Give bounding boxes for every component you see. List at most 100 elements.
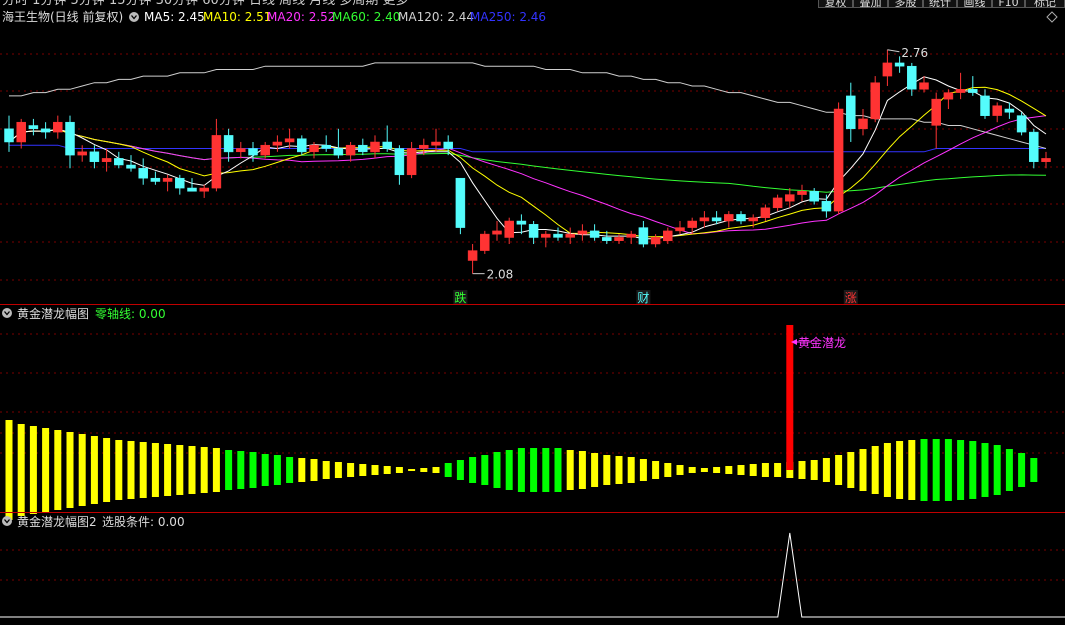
toolbar-button[interactable]: 复权 [818,0,853,8]
candle [821,194,832,218]
candle-body [138,168,148,179]
candle-body [199,187,209,192]
candle [541,230,551,248]
toolbar-button[interactable]: F10 [992,0,1025,8]
ma-legend-item: MA120: 2.44 [398,10,474,24]
histogram-bar [456,460,464,480]
collapse-icon[interactable] [2,308,12,318]
high-marker-line [887,49,900,53]
candle-body [931,98,941,126]
candle-body [797,191,807,195]
histogram-bar [713,467,721,473]
candle-body [626,233,636,238]
candle [772,194,783,212]
candle-body [1004,108,1015,113]
event-marker-label: 财 [637,291,649,305]
candle-body [846,95,856,130]
histogram-bar [493,452,501,488]
candle [187,178,197,192]
toolbar-button[interactable]: 画线 [957,0,992,8]
candle [907,62,917,96]
histogram-bar [420,468,428,472]
candle-body [297,138,307,153]
candle [406,141,417,179]
stock-title: 海王生物(日线 前复权) [2,9,123,24]
toolbar-button[interactable]: 标记 [1025,0,1065,8]
stock-chart-window: 分时 1分钟 5分钟 15分钟 30分钟 60分钟 日线 周线 月线 多周期 更… [0,0,1065,621]
candle-body [101,158,112,162]
histogram-bar [42,428,50,512]
condition-label: 选股条件: 0.00 [102,515,185,529]
candle-body [894,62,905,67]
candle-body [492,230,502,235]
panel2-bars [5,325,1038,520]
candle-body [614,237,624,241]
candle-body [480,233,490,251]
candle-body [406,148,417,176]
histogram-bar [444,463,452,477]
candle-body [638,227,649,245]
candle [1016,112,1027,136]
histogram-bar [17,424,25,516]
candle-body [77,151,87,156]
candle [467,244,478,274]
candle-body [919,82,929,90]
candle [882,49,893,86]
candle [663,227,673,245]
histogram-bar [725,466,733,474]
candle-body [236,148,246,153]
histogram-bar [188,446,196,494]
ma20-line [8,115,1047,235]
histogram-bar [652,461,660,479]
toolbar-button[interactable]: 叠加 [853,0,888,8]
candle-body [65,121,75,156]
candle-body [467,250,478,261]
candle-body [980,95,990,116]
candle-body [992,105,1002,116]
candle-body [760,207,771,218]
candle-body [577,230,588,235]
candle-body [333,148,344,156]
stock-chart-canvas[interactable]: 分时 1分钟 5分钟 15分钟 30分钟 60分钟 日线 周线 月线 多周期 更… [0,0,1065,621]
candle [126,155,136,172]
candle-body [968,89,978,93]
candle-body [943,92,954,100]
candle [553,227,563,241]
candle-body [455,177,466,228]
toolbar-button[interactable]: 多股 [888,0,923,8]
histogram-bar [847,452,855,488]
candle-body [321,144,331,149]
candle-body [284,138,295,143]
histogram-bar [578,451,586,489]
candle [162,174,173,192]
collapse-icon[interactable] [129,12,139,22]
period-tabs[interactable]: 分时 1分钟 5分钟 15分钟 30分钟 60分钟 日线 周线 月线 多周期 更… [2,0,409,8]
candle [114,151,124,169]
event-marker-label: 涨 [845,290,857,305]
candle-body [602,237,612,241]
candle [284,128,295,149]
histogram-bar [822,458,830,482]
candle-body [541,233,551,238]
candle-body [955,89,966,93]
candle-body [675,227,685,232]
candle [931,92,941,149]
candle-body [260,144,270,156]
selection-signal-line [0,532,1065,618]
histogram-bar [395,467,403,473]
histogram-bar [835,455,843,485]
histogram-bar [981,443,989,497]
candle-body [785,194,795,202]
candle-body [309,144,319,153]
candle [150,171,161,185]
toolbar-button[interactable]: 统计 [923,0,957,8]
histogram-bar [530,448,538,492]
candle [626,230,636,245]
histogram-bar [334,462,342,478]
histogram-bar [517,448,525,492]
collapse-icon[interactable] [2,516,12,526]
candle-body [382,141,392,149]
diamond-icon[interactable] [1046,11,1058,23]
candle [846,82,856,142]
histogram-bar [896,441,904,499]
